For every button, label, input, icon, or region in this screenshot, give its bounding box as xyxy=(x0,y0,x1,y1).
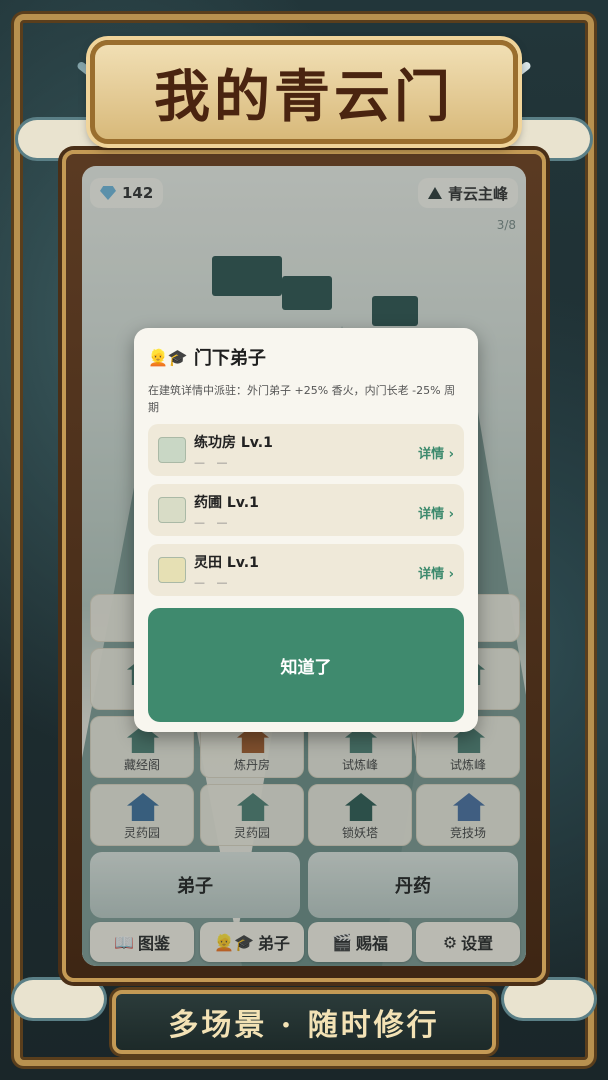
cloud-decoration xyxy=(14,980,104,1018)
row-name: 练功房 Lv.1 xyxy=(194,434,273,451)
details-link[interactable]: 详情 › xyxy=(418,503,454,522)
building-row[interactable]: 药圃 Lv.1 — — 详情 › xyxy=(148,484,464,536)
row-sub: — — xyxy=(194,455,232,469)
confirm-button[interactable]: 知道了 xyxy=(148,608,464,722)
training-hall-icon xyxy=(158,437,186,463)
building-row[interactable]: 练功房 Lv.1 — — 详情 › xyxy=(148,424,464,476)
herb-garden-icon xyxy=(158,497,186,523)
app-title: 我的青云门 xyxy=(154,63,454,130)
row-name: 灵田 Lv.1 xyxy=(194,554,259,571)
spirit-field-icon xyxy=(158,557,186,583)
modal-description: 在建筑详情中派驻：外门弟子 +25% 香火，内门长老 -25% 周期 xyxy=(148,384,456,414)
title-banner: 我的青云门 xyxy=(90,40,518,144)
footer-banner: 多场景 · 随时修行 xyxy=(112,990,496,1054)
footer-slogan: 多场景 · 随时修行 xyxy=(168,1008,440,1043)
modal-title: 👱🎓 门下弟子 xyxy=(148,344,464,370)
game-screen: 142 青云主峰 3/8 藏经阁 炼丹房 试炼峰 试炼峰 灵药园 灵药园 锁妖塔… xyxy=(82,166,526,966)
modal-title-text: 门下弟子 xyxy=(193,348,266,369)
details-link[interactable]: 详情 › xyxy=(418,443,454,462)
row-sub: — — xyxy=(194,515,232,529)
row-sub: — — xyxy=(194,575,232,589)
details-link[interactable]: 详情 › xyxy=(418,563,454,582)
disciples-modal: 👱🎓 门下弟子 在建筑详情中派驻：外门弟子 +25% 香火，内门长老 -25% … xyxy=(134,328,478,732)
row-name: 药圃 Lv.1 xyxy=(194,494,259,511)
disciple-icon: 👱🎓 xyxy=(148,347,188,367)
cloud-decoration xyxy=(504,980,594,1018)
building-row[interactable]: 灵田 Lv.1 — — 详情 › xyxy=(148,544,464,596)
